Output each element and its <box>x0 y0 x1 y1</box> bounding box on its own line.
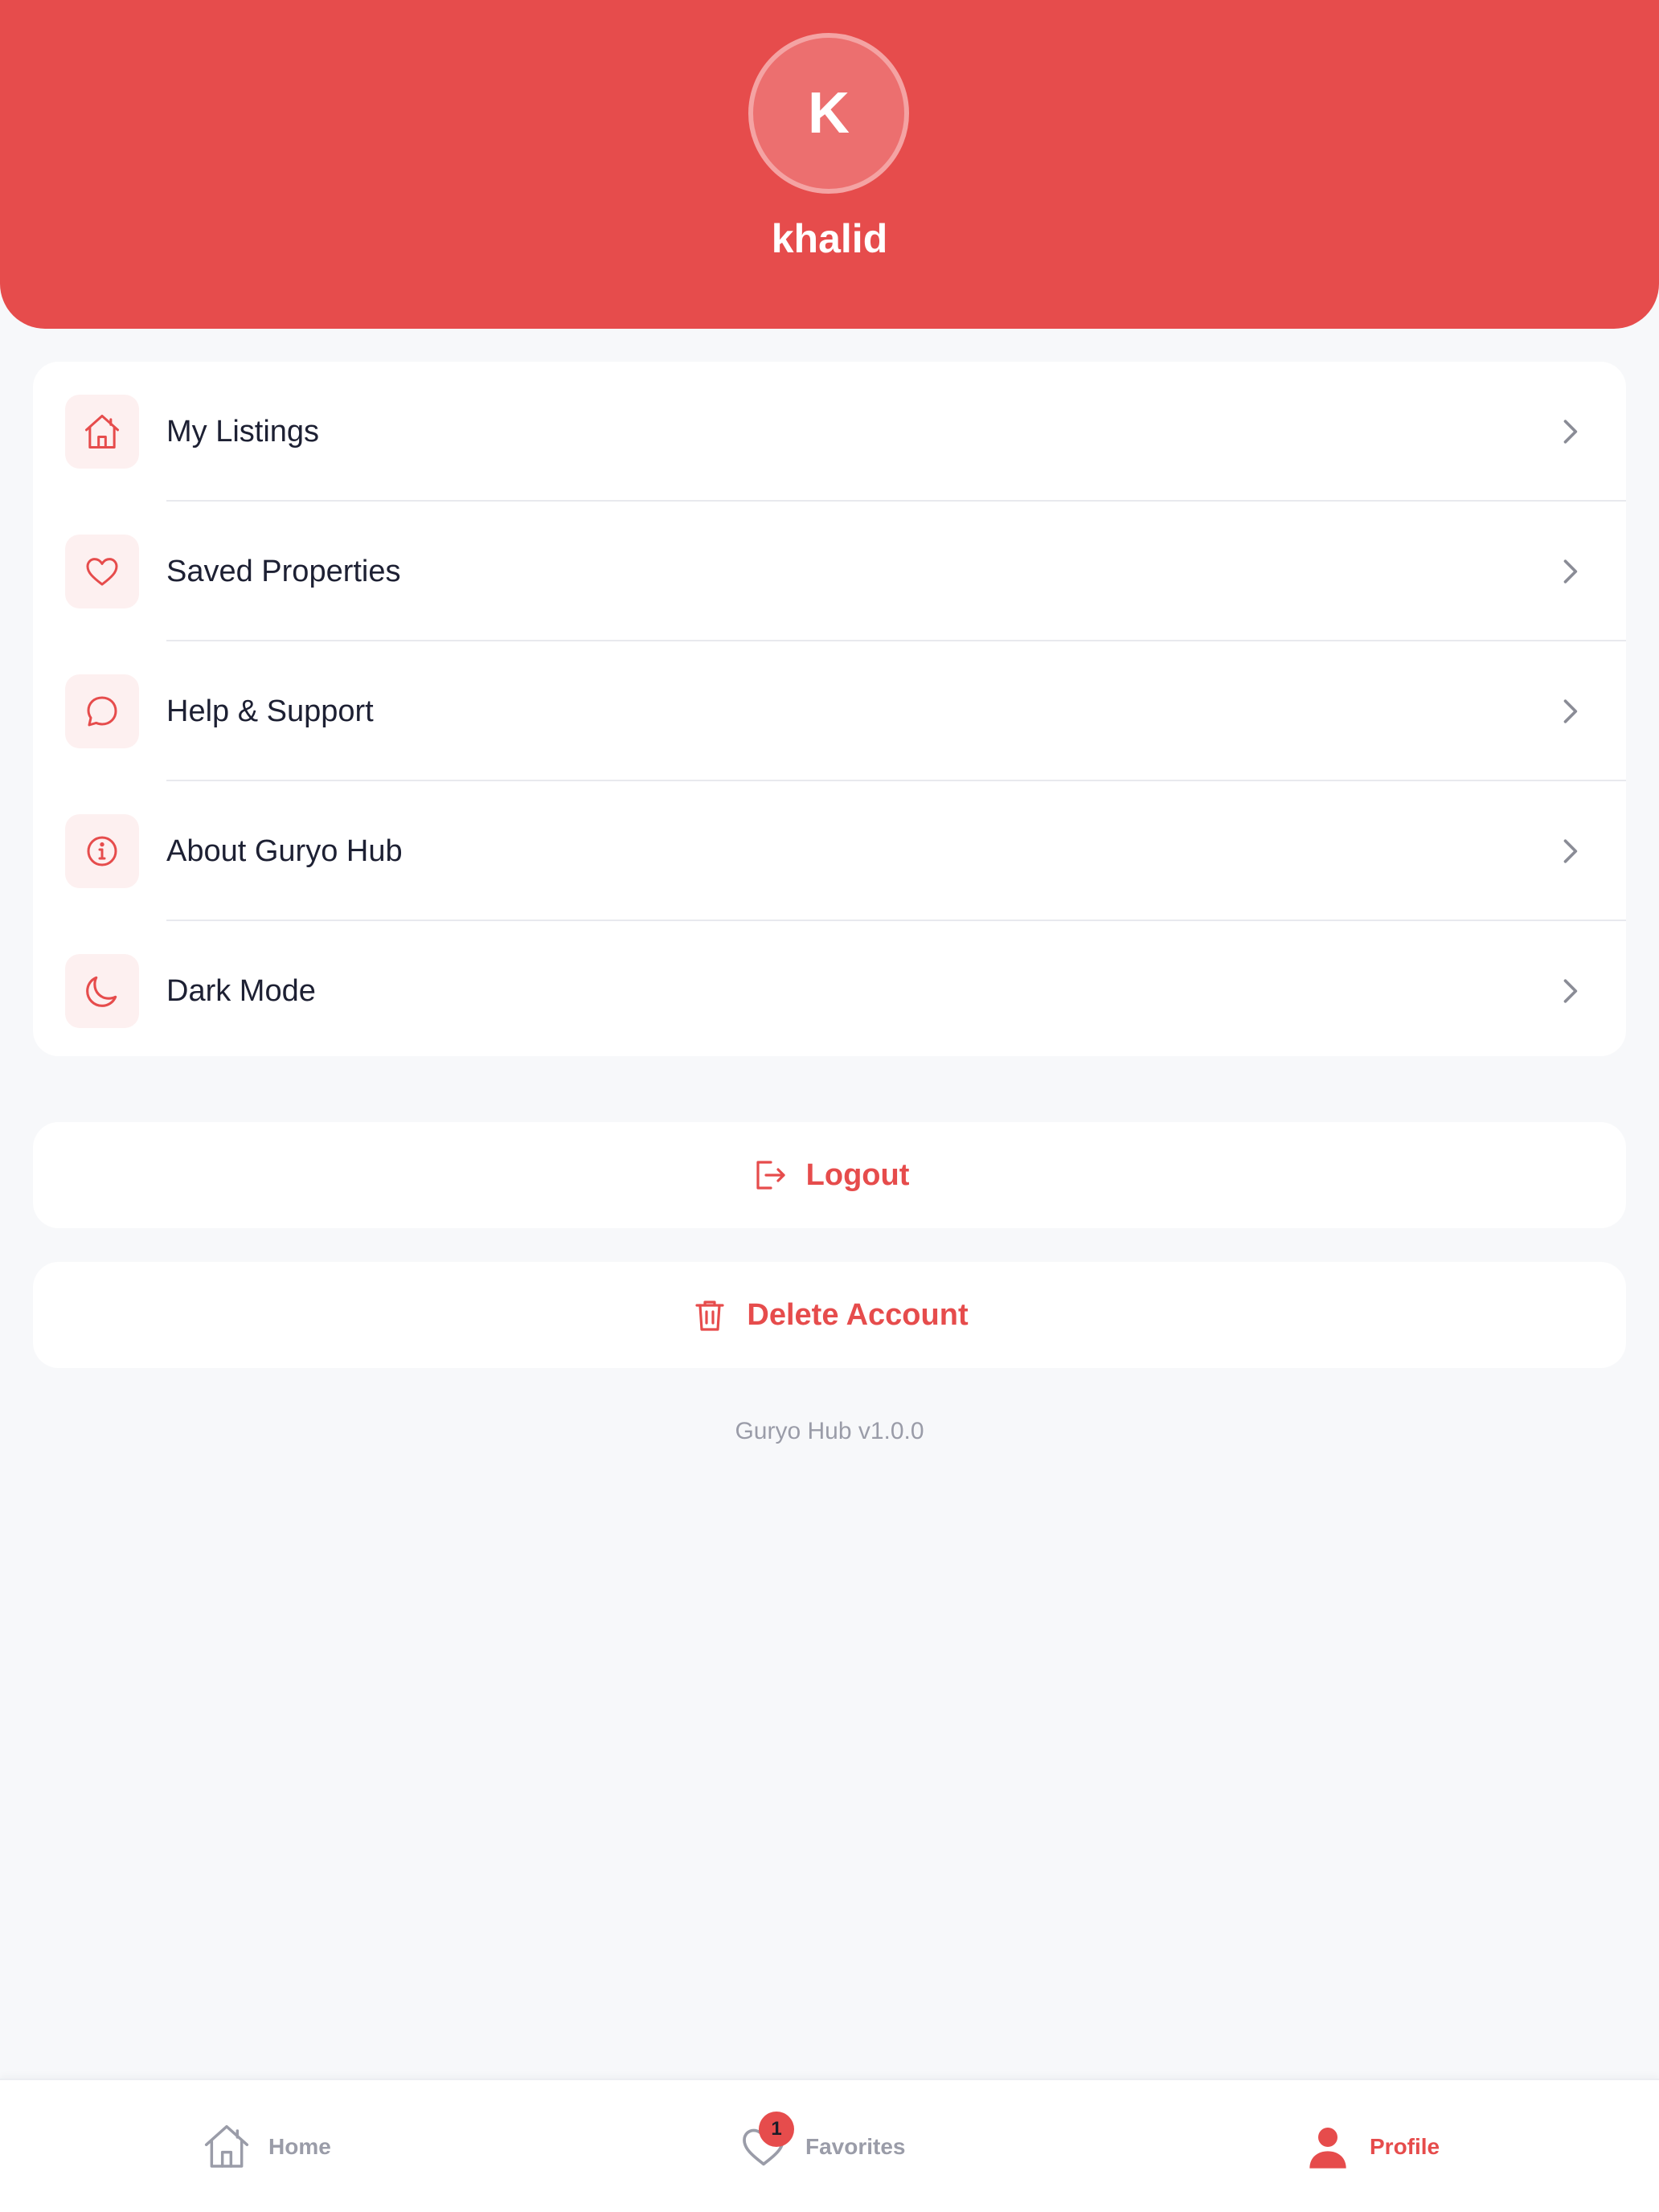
tab-favorites-label: Favorites <box>805 2134 906 2159</box>
avatar: K <box>748 33 909 194</box>
menu-item-dark-mode[interactable]: Dark Mode <box>33 921 1626 1061</box>
logout-label: Logout <box>805 1157 910 1192</box>
username: khalid <box>771 216 888 261</box>
chevron-right-icon <box>1563 839 1578 863</box>
tab-home-label: Home <box>268 2134 331 2159</box>
tab-home[interactable]: Home <box>201 2080 331 2212</box>
moon-icon <box>65 954 139 1028</box>
menu-item-help-support[interactable]: Help & Support <box>33 641 1626 781</box>
person-icon <box>1309 2128 1346 2169</box>
heart-icon: 1 <box>738 2112 794 2173</box>
info-icon <box>65 814 139 888</box>
menu-item-label: My Listings <box>166 414 320 449</box>
delete-account-button[interactable]: Delete Account <box>33 1262 1626 1368</box>
chevron-right-icon <box>1563 979 1578 1003</box>
menu-item-label: About Guryo Hub <box>166 834 403 868</box>
chat-bubble-icon <box>65 674 139 748</box>
tab-profile[interactable]: Profile <box>1302 2080 1440 2212</box>
favorites-count-badge: 1 <box>759 2112 794 2147</box>
bottom-tab-bar: Home 1 Favorites Profile <box>0 2079 1659 2212</box>
heart-icon <box>65 535 139 608</box>
chevron-right-icon <box>1563 699 1578 723</box>
profile-header: K khalid <box>0 0 1659 329</box>
avatar-initial: K <box>808 81 850 145</box>
logout-icon <box>756 1161 785 1190</box>
app-version: Guryo Hub v1.0.0 <box>735 1418 924 1444</box>
logout-button[interactable]: Logout <box>33 1122 1626 1228</box>
menu-item-label: Dark Mode <box>166 973 316 1008</box>
tab-profile-label: Profile <box>1370 2134 1440 2159</box>
menu-item-label: Help & Support <box>166 694 374 728</box>
menu-item-label: Saved Properties <box>166 554 401 588</box>
trash-icon <box>695 1301 724 1331</box>
menu-item-about[interactable]: About Guryo Hub <box>33 781 1626 921</box>
home-icon <box>204 2124 249 2168</box>
tab-favorites[interactable]: 1 Favorites <box>738 2080 906 2212</box>
chevron-right-icon <box>1563 559 1578 584</box>
profile-menu: My Listings Saved Properties Help & Supp… <box>33 362 1626 1056</box>
chevron-right-icon <box>1563 420 1578 444</box>
menu-item-saved-properties[interactable]: Saved Properties <box>33 502 1626 641</box>
delete-account-label: Delete Account <box>747 1297 969 1332</box>
home-icon <box>65 395 139 469</box>
menu-item-my-listings[interactable]: My Listings <box>33 362 1626 502</box>
